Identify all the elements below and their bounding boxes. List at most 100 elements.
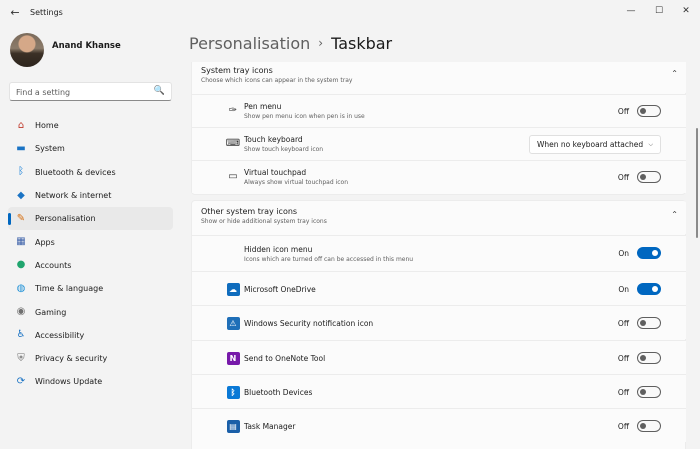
sidebar-item-label: Gaming xyxy=(35,307,67,317)
sidebar-item-label: Personalisation xyxy=(35,214,96,224)
task-manager-row: ▤ Task Manager Off xyxy=(192,408,686,442)
toggle-switch[interactable] xyxy=(637,283,661,295)
toggle-group: Off xyxy=(615,105,661,117)
toggle-switch[interactable] xyxy=(637,352,661,364)
toggle-switch[interactable] xyxy=(637,105,661,117)
sidebar-item-accessibility[interactable]: ♿ Accessibility xyxy=(8,324,173,347)
maximize-button[interactable]: ☐ xyxy=(650,4,668,18)
row-title: Send to OneNote Tool xyxy=(244,354,326,363)
row-subtitle: Always show virtual touchpad icon xyxy=(244,179,349,186)
scrollbar[interactable] xyxy=(696,128,698,238)
row-title: Pen menu xyxy=(244,102,282,111)
toggle-switch[interactable] xyxy=(637,317,661,329)
onedrive-icon: ☁ xyxy=(226,282,240,296)
toggle-state-label: Off xyxy=(617,387,629,397)
section-title: System tray icons xyxy=(201,66,273,75)
globe-clock-icon: ◍ xyxy=(16,282,26,294)
system-tray-icons-card: System tray icons Choose which icons can… xyxy=(191,62,686,195)
toggle-state-label: Off xyxy=(617,353,629,363)
breadcrumb: Personalisation › Taskbar xyxy=(189,34,392,53)
hidden-icon-menu-row: Hidden icon menu Icons which are turned o… xyxy=(192,235,686,271)
system-tray-icons-header[interactable]: System tray icons Choose which icons can… xyxy=(192,62,686,94)
sidebar-item-label: Home xyxy=(35,121,59,131)
bluetooth-devices-row: ᛒ Bluetooth Devices Off xyxy=(192,374,686,408)
sidebar-item-label: Bluetooth & devices xyxy=(35,167,116,177)
search-icon[interactable]: 🔍 xyxy=(154,86,165,96)
sidebar-item-apps[interactable]: ▦ Apps xyxy=(8,230,173,253)
toggle-state-label: Off xyxy=(617,172,629,182)
toggle-group: Off xyxy=(615,420,661,432)
task-manager-icon: ▤ xyxy=(226,419,240,433)
other-system-tray-icons-card: Other system tray icons Show or hide add… xyxy=(191,200,686,449)
sidebar-item-system[interactable]: ▬ System xyxy=(8,137,173,160)
toggle-group: Off xyxy=(615,317,661,329)
title-bar: ← Settings — ☐ ✕ xyxy=(0,0,700,28)
touch-keyboard-row: ⌨ Touch keyboard Show touch keyboard icon W… xyxy=(192,127,686,160)
onenote-row: N Send to OneNote Tool Off xyxy=(192,340,686,374)
row-title: Virtual touchpad xyxy=(244,168,307,177)
breadcrumb-parent[interactable]: Personalisation xyxy=(189,34,310,53)
sidebar-item-personalisation[interactable]: ✎ Personalisation xyxy=(8,207,173,231)
dropdown-value: When no keyboard attached xyxy=(537,140,644,149)
pen-menu-row: ✑ Pen menu Show pen menu icon when pen is … xyxy=(192,94,686,127)
sidebar-item-gaming[interactable]: ◉ Gaming xyxy=(8,300,173,323)
section-title: Other system tray icons xyxy=(201,207,298,216)
sidebar-nav: ⌂ Home ▬ System ᛒ Bluetooth & devices ◆ Network… xyxy=(8,114,173,394)
keyboard-icon: ⌨ xyxy=(225,137,241,149)
close-button[interactable]: ✕ xyxy=(677,4,695,18)
sidebar-item-label: Time & language xyxy=(35,284,104,294)
page-title: Taskbar xyxy=(331,34,393,53)
touch-keyboard-dropdown[interactable]: When no keyboard attached ⌵ xyxy=(529,135,661,154)
row-subtitle: Show pen menu icon when pen is in use xyxy=(244,113,365,120)
sidebar-item-label: Privacy & security xyxy=(35,354,108,364)
bluetooth-icon: ᛒ xyxy=(18,166,24,178)
toggle-switch[interactable] xyxy=(637,247,661,259)
toggle-state-label: Off xyxy=(617,318,629,328)
sidebar-item-accounts[interactable]: ● Accounts xyxy=(8,254,173,277)
sidebar-item-label: Apps xyxy=(35,237,55,247)
sidebar-item-home[interactable]: ⌂ Home xyxy=(8,114,173,137)
chevron-up-icon[interactable]: ⌃ xyxy=(671,69,678,78)
toggle-knob xyxy=(652,286,658,292)
row-title: Touch keyboard xyxy=(244,135,303,144)
accessibility-icon: ♿ xyxy=(16,329,26,341)
sidebar-item-windows-update[interactable]: ⟳ Windows Update xyxy=(8,370,173,393)
avatar[interactable] xyxy=(10,33,44,67)
sidebar-item-network-internet[interactable]: ◆ Network & internet xyxy=(8,184,173,207)
toggle-knob xyxy=(640,389,646,395)
app-icon-tile: ⚠ xyxy=(226,316,240,330)
main-content: System tray icons Choose which icons can… xyxy=(191,62,686,449)
search-box[interactable]: 🔍 xyxy=(9,82,172,101)
sidebar-item-label: Accessibility xyxy=(35,330,85,340)
sidebar-item-time-language[interactable]: ◍ Time & language xyxy=(8,277,173,300)
chevron-up-icon[interactable]: ⌃ xyxy=(671,210,678,219)
row-title: Windows Security notification icon xyxy=(244,319,374,328)
sidebar-item-label: Windows Update xyxy=(35,377,103,387)
toggle-knob xyxy=(640,320,646,326)
row-title: Microsoft OneDrive xyxy=(244,285,316,294)
toggle-knob xyxy=(640,423,646,429)
minimize-button[interactable]: — xyxy=(622,4,640,18)
sidebar-item-bluetooth-devices[interactable]: ᛒ Bluetooth & devices xyxy=(8,161,173,184)
toggle-switch[interactable] xyxy=(637,171,661,183)
toggle-switch[interactable] xyxy=(637,386,661,398)
toggle-state-label: On xyxy=(618,284,629,294)
other-system-tray-icons-header[interactable]: Other system tray icons Show or hide add… xyxy=(192,201,686,235)
search-input[interactable] xyxy=(16,86,146,98)
virtual-touchpad-row: ▭ Virtual touchpad Always show virtual tou… xyxy=(192,160,686,193)
toggle-knob xyxy=(640,174,646,180)
toggle-group: On xyxy=(615,247,661,259)
row-subtitle: Icons which are turned off can be access… xyxy=(244,256,414,263)
toggle-switch[interactable] xyxy=(637,420,661,432)
controller-icon: ◉ xyxy=(16,306,26,318)
windows-security-icon: ⚠ xyxy=(226,316,240,330)
back-arrow-icon[interactable]: ← xyxy=(8,6,22,20)
chevron-down-icon: ⌵ xyxy=(648,141,653,148)
onenote-icon: N xyxy=(226,351,240,365)
app-icon-tile: ☁ xyxy=(226,282,240,296)
update-icon: ⟳ xyxy=(16,375,26,387)
toggle-group: Off xyxy=(615,352,661,364)
sidebar-item-privacy-security[interactable]: ⛨ Privacy & security xyxy=(8,347,173,370)
home-icon: ⌂ xyxy=(17,119,25,131)
toggle-state-label: Off xyxy=(617,106,629,116)
